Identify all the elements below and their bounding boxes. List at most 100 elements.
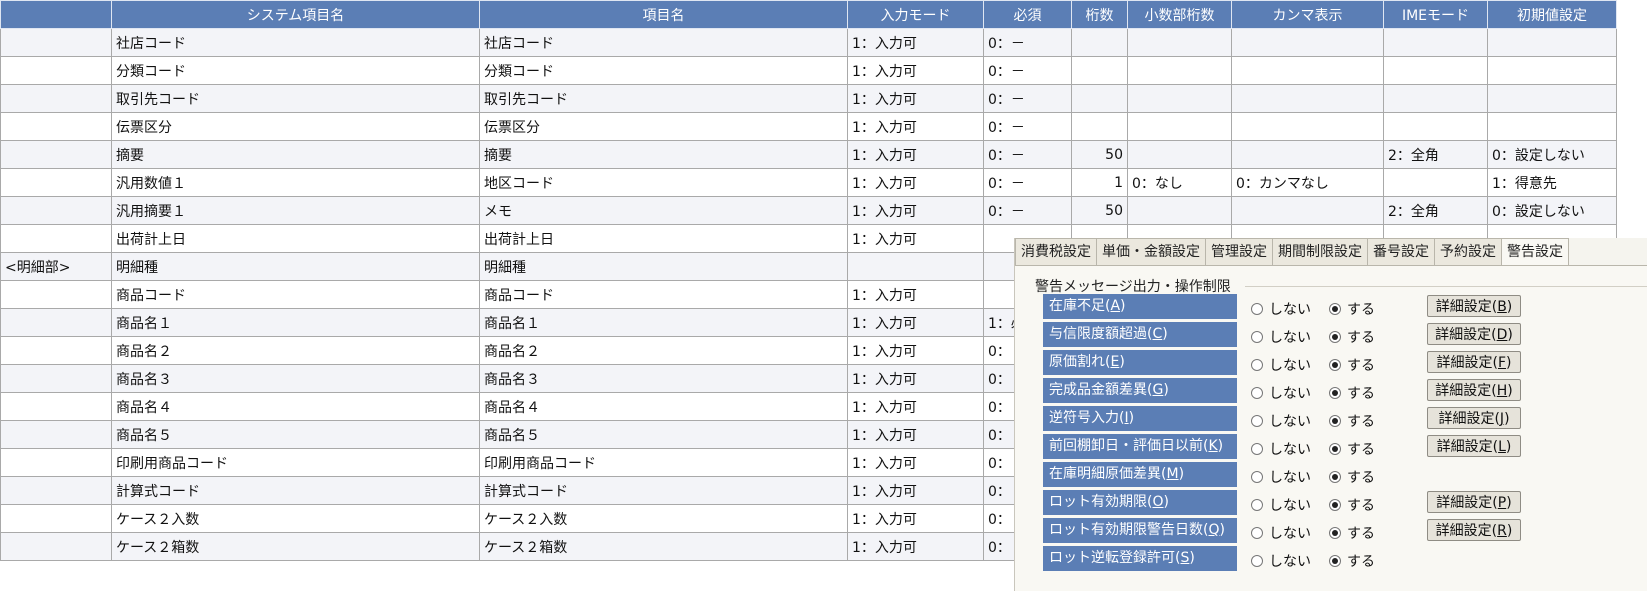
table-cell[interactable]: 摘要: [479, 140, 848, 169]
table-cell[interactable]: [1383, 168, 1488, 197]
radio-circle-icon[interactable]: [1329, 471, 1341, 483]
table-cell[interactable]: 出荷計上日: [479, 224, 848, 253]
radio-on[interactable]: する: [1329, 467, 1375, 487]
table-cell[interactable]: 計算式コード: [111, 476, 480, 505]
table-cell[interactable]: 摘要: [111, 140, 480, 169]
radio-on[interactable]: する: [1329, 327, 1375, 347]
table-cell[interactable]: 計算式コード: [479, 476, 848, 505]
radio-circle-icon[interactable]: [1251, 527, 1263, 539]
radio-off[interactable]: しない: [1251, 355, 1311, 375]
radio-circle-icon[interactable]: [1251, 387, 1263, 399]
table-cell[interactable]: ケース２箱数: [479, 532, 848, 561]
table-cell[interactable]: [0, 28, 112, 57]
table-cell[interactable]: [1127, 140, 1232, 169]
table-cell[interactable]: 商品名２: [111, 336, 480, 365]
table-cell[interactable]: [0, 532, 112, 561]
radio-circle-icon[interactable]: [1329, 303, 1341, 315]
table-cell[interactable]: [1127, 56, 1232, 85]
table-cell[interactable]: 0：－: [983, 56, 1072, 85]
radio-on[interactable]: する: [1329, 383, 1375, 403]
table-cell[interactable]: 1：入力可: [847, 336, 984, 365]
table-cell[interactable]: [0, 196, 112, 225]
radio-off[interactable]: しない: [1251, 327, 1311, 347]
table-cell[interactable]: [1383, 112, 1488, 141]
table-cell[interactable]: [1127, 112, 1232, 141]
radio-on[interactable]: する: [1329, 523, 1375, 543]
table-cell[interactable]: [1231, 28, 1384, 57]
radio-on[interactable]: する: [1329, 439, 1375, 459]
radio-circle-icon[interactable]: [1251, 303, 1263, 315]
table-cell[interactable]: 伝票区分: [479, 112, 848, 141]
table-cell[interactable]: [0, 84, 112, 113]
table-cell[interactable]: [1071, 112, 1128, 141]
detail-settings-button[interactable]: 詳細設定(H): [1427, 379, 1521, 401]
radio-circle-icon[interactable]: [1329, 555, 1341, 567]
radio-circle-icon[interactable]: [1251, 359, 1263, 371]
tab-7[interactable]: 警告設定: [1501, 238, 1569, 266]
radio-on[interactable]: する: [1329, 495, 1375, 515]
table-cell[interactable]: 出荷計上日: [111, 224, 480, 253]
table-cell[interactable]: [1383, 56, 1488, 85]
table-cell[interactable]: 取引先コード: [111, 84, 480, 113]
tab-1[interactable]: 消費税設定: [1015, 238, 1097, 266]
table-cell[interactable]: 商品名３: [479, 364, 848, 393]
detail-settings-button[interactable]: 詳細設定(J): [1427, 407, 1521, 429]
table-cell[interactable]: 1：入力可: [847, 448, 984, 477]
table-cell[interactable]: 1：入力可: [847, 140, 984, 169]
table-cell[interactable]: 商品コード: [479, 280, 848, 309]
radio-circle-icon[interactable]: [1329, 499, 1341, 511]
table-cell[interactable]: 明細種: [111, 252, 480, 281]
table-cell[interactable]: 0：－: [983, 112, 1072, 141]
table-cell[interactable]: 商品コード: [111, 280, 480, 309]
table-cell[interactable]: [847, 252, 984, 281]
table-cell[interactable]: [0, 364, 112, 393]
table-cell[interactable]: 0：設定しない: [1487, 140, 1617, 169]
table-cell[interactable]: 社店コード: [479, 28, 848, 57]
radio-circle-icon[interactable]: [1251, 331, 1263, 343]
table-cell[interactable]: 0：カンマなし: [1231, 168, 1384, 197]
radio-off[interactable]: しない: [1251, 551, 1311, 571]
radio-circle-icon[interactable]: [1329, 387, 1341, 399]
table-cell[interactable]: 汎用摘要１: [111, 196, 480, 225]
table-cell[interactable]: [1071, 56, 1128, 85]
table-cell[interactable]: 1：入力可: [847, 532, 984, 561]
table-cell[interactable]: 分類コード: [479, 56, 848, 85]
radio-off[interactable]: しない: [1251, 411, 1311, 431]
table-cell[interactable]: 2：全角: [1383, 196, 1488, 225]
table-cell[interactable]: [1487, 28, 1617, 57]
radio-circle-icon[interactable]: [1251, 499, 1263, 511]
detail-settings-button[interactable]: 詳細設定(P): [1427, 491, 1521, 513]
radio-on[interactable]: する: [1329, 299, 1375, 319]
detail-settings-button[interactable]: 詳細設定(D): [1427, 323, 1521, 345]
table-cell[interactable]: 0：－: [983, 168, 1072, 197]
radio-off[interactable]: しない: [1251, 439, 1311, 459]
radio-on[interactable]: する: [1329, 551, 1375, 571]
detail-settings-button[interactable]: 詳細設定(B): [1427, 295, 1521, 317]
table-cell[interactable]: <明細部>: [0, 252, 112, 281]
table-cell[interactable]: 1：入力可: [847, 364, 984, 393]
table-cell[interactable]: [0, 56, 112, 85]
table-cell[interactable]: 1：入力可: [847, 84, 984, 113]
table-cell[interactable]: 社店コード: [111, 28, 480, 57]
radio-off[interactable]: しない: [1251, 299, 1311, 319]
tab-5[interactable]: 番号設定: [1367, 238, 1435, 266]
detail-settings-button[interactable]: 詳細設定(L): [1427, 435, 1521, 457]
table-cell[interactable]: メモ: [479, 196, 848, 225]
table-cell[interactable]: 分類コード: [111, 56, 480, 85]
table-cell[interactable]: 商品名２: [479, 336, 848, 365]
table-cell[interactable]: [1231, 140, 1384, 169]
tab-6[interactable]: 予約設定: [1434, 238, 1502, 266]
radio-circle-icon[interactable]: [1329, 443, 1341, 455]
radio-circle-icon[interactable]: [1251, 471, 1263, 483]
table-cell[interactable]: 1: [1071, 168, 1128, 197]
radio-off[interactable]: しない: [1251, 495, 1311, 515]
table-cell[interactable]: 明細種: [479, 252, 848, 281]
radio-off[interactable]: しない: [1251, 523, 1311, 543]
table-cell[interactable]: 0：－: [983, 84, 1072, 113]
table-cell[interactable]: 商品名１: [479, 308, 848, 337]
table-cell[interactable]: 取引先コード: [479, 84, 848, 113]
table-cell[interactable]: [0, 448, 112, 477]
radio-off[interactable]: しない: [1251, 383, 1311, 403]
table-row[interactable]: 汎用摘要１ メモ 1：入力可 0：－ 50 2：全角 0：設定しない: [0, 196, 1617, 225]
table-row[interactable]: 社店コード 社店コード 1：入力可 0：－: [0, 28, 1617, 57]
